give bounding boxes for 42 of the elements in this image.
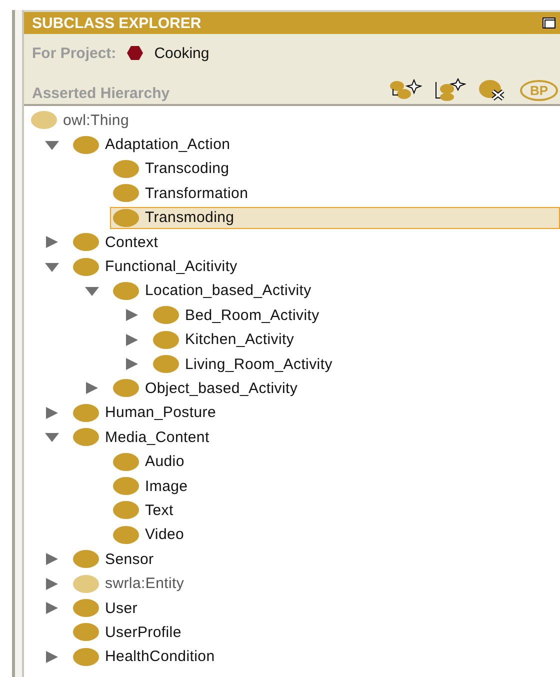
tree-item[interactable]: Location_based_Activity [110, 280, 560, 302]
expand-arrow-icon[interactable] [44, 235, 60, 250]
tree-item[interactable]: Context [70, 231, 560, 254]
tree-item[interactable]: UserProfile [70, 621, 560, 644]
project-label: For Project: [32, 44, 116, 62]
expand-arrow-icon[interactable] [44, 552, 60, 566]
tree-item[interactable]: Video [110, 524, 560, 546]
tree-item[interactable]: owl:Thing [28, 109, 560, 132]
expand-arrow-icon[interactable] [84, 381, 100, 396]
tree-item[interactable]: Text [110, 499, 560, 522]
tree-item[interactable]: Living_Room_Activity [150, 353, 560, 376]
expand-arrow-icon[interactable] [44, 576, 60, 591]
expand-arrow-icon[interactable] [124, 308, 140, 322]
tree-item[interactable]: Human_Posture [70, 402, 560, 424]
tree-item[interactable]: Transformation [110, 182, 560, 204]
tree-item[interactable]: swrla:Entity [70, 572, 560, 595]
tree-item[interactable]: Bed_Room_Activity [150, 304, 560, 326]
window-icon[interactable] [542, 17, 556, 29]
add-sibling-button[interactable] [434, 78, 466, 102]
add-subclass-button[interactable] [388, 79, 422, 101]
tree-item[interactable]: Transmoding [110, 206, 560, 229]
expand-arrow-icon[interactable] [44, 406, 60, 420]
tree-item[interactable]: User [70, 597, 560, 619]
hierarchy-title: Asserted Hierarchy [32, 85, 170, 102]
panel-title: SUBCLASS EXPLORER [32, 14, 202, 32]
expand-arrow-icon[interactable] [44, 601, 60, 615]
expand-arrow-icon[interactable] [124, 332, 140, 347]
expand-arrow-icon[interactable] [124, 357, 140, 372]
tree-item[interactable]: Audio [110, 450, 560, 473]
tree-item[interactable]: Kitchen_Activity [150, 328, 560, 351]
collapse-arrow-icon[interactable] [44, 430, 60, 444]
tree-item[interactable]: Functional_Acitivity [70, 256, 560, 278]
tree-item[interactable]: Object_based_Activity [110, 377, 560, 400]
tree-item[interactable]: Sensor [70, 548, 560, 570]
project-name: Cooking [154, 44, 210, 62]
tree-item[interactable]: Media_Content [70, 426, 560, 448]
tree-item[interactable]: Image [110, 475, 560, 498]
tree-item[interactable]: Adaptation_Action [70, 134, 560, 156]
tree-item[interactable]: HealthCondition [70, 646, 560, 668]
project-icon [126, 45, 144, 61]
tree-item[interactable]: Transcoding [110, 158, 560, 180]
expand-arrow-icon[interactable] [44, 650, 60, 664]
